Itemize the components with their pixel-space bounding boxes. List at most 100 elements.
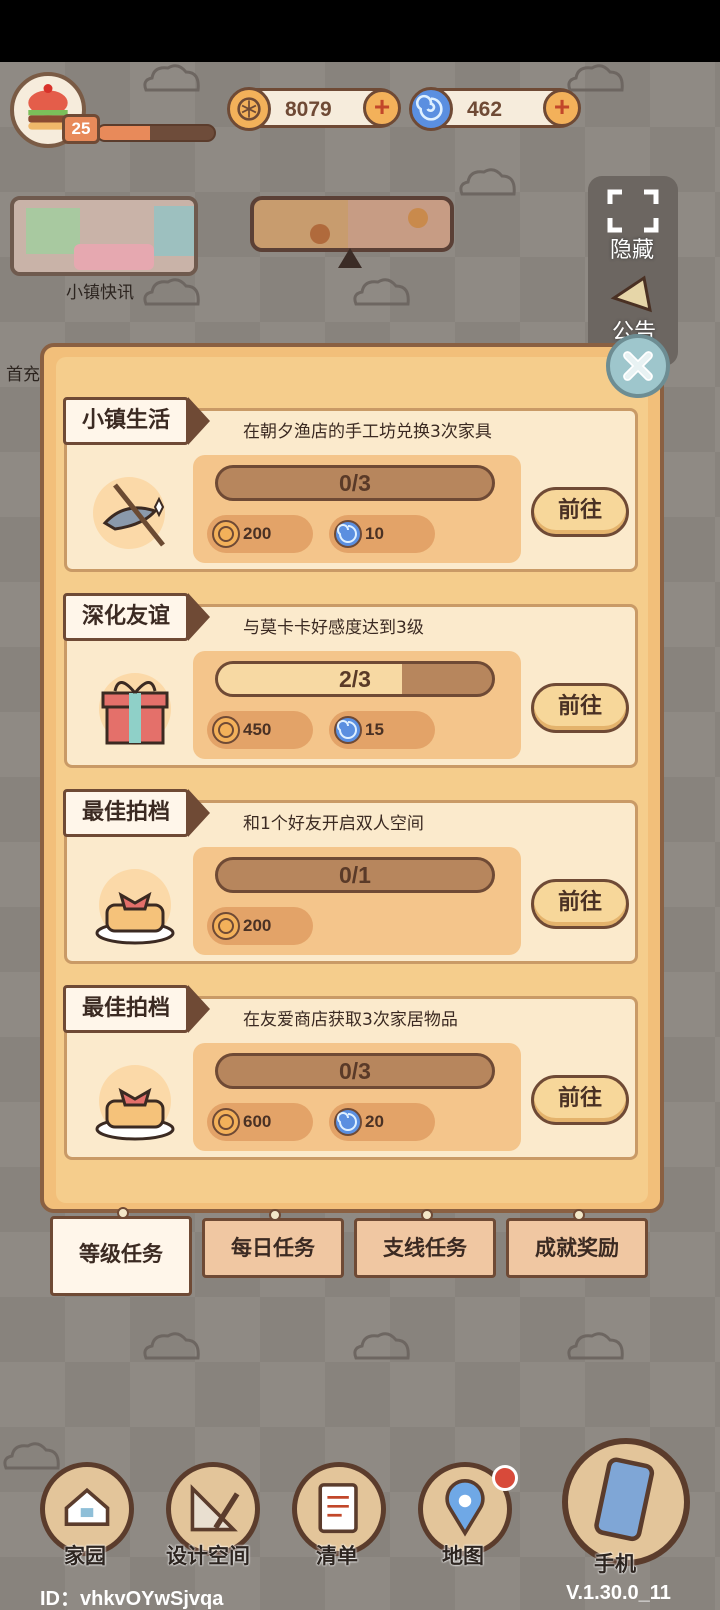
time-pointer-icon — [338, 248, 362, 268]
reward-coin: 200 — [207, 907, 313, 945]
fish-rod-icon — [85, 467, 183, 559]
go-button[interactable]: 前往 — [531, 683, 629, 733]
nav-phone-button[interactable] — [562, 1438, 690, 1566]
phone-icon — [594, 1457, 655, 1542]
quest-description: 在友爱商店获取3次家居物品 — [243, 1010, 458, 1030]
tab-achievements[interactable]: 成就奖励 — [506, 1209, 648, 1278]
cloud-decoration — [350, 276, 414, 308]
reward-coin: 600 — [207, 1103, 313, 1141]
gem-counter: 462 + — [409, 87, 581, 131]
close-button[interactable] — [606, 334, 670, 398]
pin-icon — [117, 1207, 129, 1219]
close-icon — [623, 351, 653, 381]
nav-list-label: 清单 — [316, 1544, 358, 1568]
pin-icon — [269, 1209, 281, 1221]
ruler-pencil-icon — [190, 1484, 240, 1532]
add-gems-button[interactable]: + — [543, 89, 581, 127]
sun-icon — [310, 208, 428, 244]
cloud-decoration — [350, 1330, 414, 1362]
progress-area: 0/1 200 — [193, 847, 521, 955]
reward-amount: 10 — [365, 524, 384, 543]
version-label: V.1.30.0_11 — [566, 1582, 671, 1604]
tab-label: 成就奖励 — [535, 1236, 619, 1260]
reward-coin: 450 — [207, 711, 313, 749]
pancake-icon — [85, 859, 183, 951]
progress-bar: 0/1 — [215, 857, 495, 893]
gift-box-icon — [85, 663, 183, 755]
quest-title: 最佳拍档 — [63, 789, 211, 837]
first-charge-label[interactable]: 首充 — [6, 360, 40, 385]
pin-icon — [573, 1209, 585, 1221]
nav-phone-label: 手机 — [594, 1552, 636, 1576]
status-bar — [0, 0, 720, 62]
quest-description: 与莫卡卡好感度达到3级 — [243, 618, 424, 638]
reward-amount: 600 — [243, 1112, 272, 1131]
notification-dot — [492, 1465, 518, 1491]
pancake-icon — [85, 1055, 183, 1147]
progress-area: 2/3 450 15 — [193, 651, 521, 759]
progress-bar: 0/3 — [215, 1053, 495, 1089]
xp-fill — [98, 126, 151, 140]
nav-map-label: 地图 — [442, 1544, 484, 1568]
coin-icon — [227, 87, 271, 131]
quest-card: 深化友谊 与莫卡卡好感度达到3级 2/3 450 15 前往 — [63, 593, 638, 768]
level-badge: 25 — [62, 114, 100, 144]
room-thumbnail-image — [14, 200, 194, 272]
town-news-button[interactable] — [10, 196, 198, 276]
tab-label: 等级任务 — [79, 1242, 163, 1266]
cloud-decoration — [140, 276, 204, 308]
coin-counter: 8079 + — [227, 87, 401, 131]
reward-gem: 10 — [329, 515, 435, 553]
quest-description: 在朝夕渔店的手工坊兑换3次家具 — [243, 422, 492, 442]
nav-design-label: 设计空间 — [166, 1544, 250, 1568]
swirl-gem-icon — [409, 87, 453, 131]
tab-label: 支线任务 — [383, 1236, 467, 1260]
house-icon — [64, 1487, 110, 1526]
hide-ui-label[interactable]: 隐藏 — [610, 232, 654, 264]
go-button[interactable]: 前往 — [531, 1075, 629, 1125]
coin-icon — [211, 1107, 241, 1137]
player-id: ID：vhkvOYwSjvqa — [40, 1588, 224, 1610]
quest-title: 小镇生活 — [63, 397, 211, 445]
reward-gem: 20 — [329, 1103, 435, 1141]
cloud-decoration — [564, 1330, 628, 1362]
quest-title: 深化友谊 — [63, 593, 211, 641]
tab-level-quests[interactable]: 等级任务 — [50, 1207, 192, 1296]
cloud-decoration — [140, 1330, 204, 1362]
go-button[interactable]: 前往 — [531, 487, 629, 537]
reward-amount: 200 — [243, 916, 272, 935]
swirl-gem-icon — [333, 715, 363, 745]
fullscreen-icon[interactable] — [606, 188, 660, 234]
cloud-decoration — [456, 166, 520, 198]
cloud-decoration — [564, 62, 628, 94]
quest-title: 最佳拍档 — [63, 985, 211, 1033]
coin-icon — [211, 911, 241, 941]
tab-label: 每日任务 — [231, 1236, 315, 1260]
xp-bar — [96, 124, 216, 142]
reward-amount: 450 — [243, 720, 272, 739]
reward-amount: 20 — [365, 1112, 384, 1131]
coin-icon — [211, 519, 241, 549]
reward-gem: 15 — [329, 711, 435, 749]
reward-coin: 200 — [207, 515, 313, 553]
coin-amount: 8079 — [285, 98, 332, 121]
add-coins-button[interactable]: + — [363, 89, 401, 127]
quest-card: 最佳拍档 在友爱商店获取3次家居物品 0/3 600 20 前往 — [63, 985, 638, 1160]
cloud-decoration — [140, 62, 204, 94]
tab-daily-quests[interactable]: 每日任务 — [202, 1209, 344, 1278]
progress-text: 2/3 — [339, 666, 371, 692]
swirl-gem-icon — [333, 519, 363, 549]
progress-area: 0/3 600 20 — [193, 1043, 521, 1151]
megaphone-icon[interactable] — [604, 268, 664, 320]
progress-text: 0/3 — [339, 1058, 371, 1084]
progress-area: 0/3 200 10 — [193, 455, 521, 563]
progress-text: 0/1 — [339, 862, 371, 888]
coin-icon — [211, 715, 241, 745]
nav-home-label: 家园 — [64, 1544, 106, 1568]
tab-side-quests[interactable]: 支线任务 — [354, 1209, 496, 1278]
day-night-indicator — [250, 196, 454, 252]
progress-text: 0/3 — [339, 470, 371, 496]
town-news-label: 小镇快讯 — [66, 283, 134, 303]
pin-icon — [421, 1209, 433, 1221]
go-button[interactable]: 前往 — [531, 879, 629, 929]
